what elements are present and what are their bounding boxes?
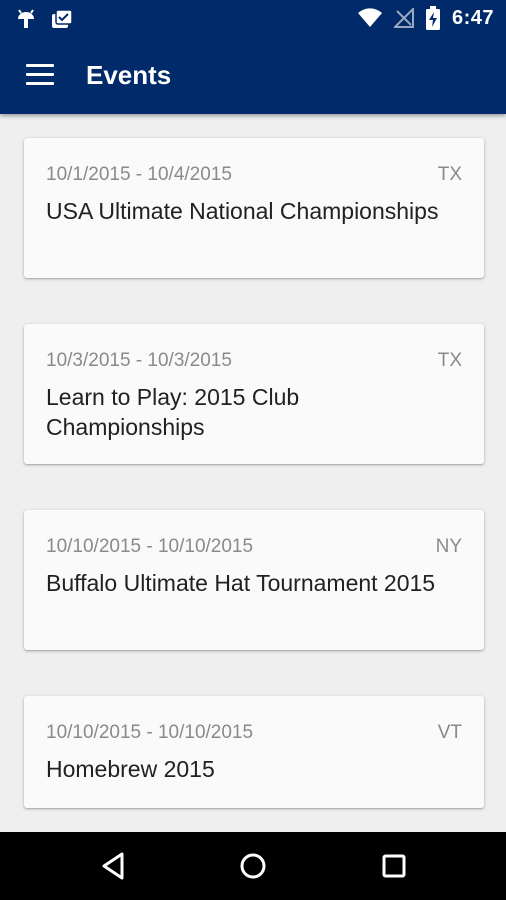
status-time: 6:47 (451, 6, 494, 29)
event-dates: 10/10/2015 - 10/10/2015 (46, 536, 254, 557)
event-dates: 10/10/2015 - 10/10/2015 (46, 722, 254, 743)
event-name: Learn to Play: 2015 Club Championships (46, 384, 300, 440)
event-card[interactable]: 10/1/2015 - 10/4/2015 TX USA Ultimate Na… (24, 138, 484, 278)
event-state: VT (437, 722, 462, 743)
event-card[interactable]: 10/10/2015 - 10/10/2015 NY Buffalo Ultim… (24, 510, 484, 650)
app-bar: Events (0, 38, 506, 114)
page-title: Events (86, 60, 172, 90)
android-debug-icon (18, 9, 34, 28)
navigation-bar (0, 832, 506, 900)
event-name: Homebrew 2015 (46, 756, 215, 782)
clipboard-check-icon (52, 9, 72, 28)
recents-icon[interactable] (374, 846, 414, 886)
menu-icon[interactable] (26, 64, 54, 86)
event-state: TX (437, 350, 462, 371)
home-icon[interactable] (233, 846, 273, 886)
back-icon[interactable] (94, 846, 134, 886)
event-name: Buffalo Ultimate Hat Tournament 2015 (46, 570, 436, 596)
no-signal-icon (393, 8, 414, 28)
event-card[interactable]: 10/3/2015 - 10/3/2015 TX Learn to Play: … (24, 324, 484, 464)
event-card[interactable]: 10/10/2015 - 10/10/2015 VT Homebrew 2015 (24, 696, 484, 808)
status-right-icons: 6:47 (357, 6, 494, 30)
battery-charging-icon (425, 6, 440, 30)
status-bar: 6:47 (0, 0, 506, 38)
event-state: NY (435, 536, 462, 557)
event-list[interactable]: 10/1/2015 - 10/4/2015 TX USA Ultimate Na… (0, 114, 506, 832)
status-left-icons (16, 8, 72, 30)
event-dates: 10/3/2015 - 10/3/2015 (46, 350, 232, 371)
event-state: TX (437, 164, 462, 185)
event-dates: 10/1/2015 - 10/4/2015 (46, 164, 232, 185)
event-name: USA Ultimate National Championships (46, 198, 439, 224)
wifi-icon (357, 8, 382, 27)
